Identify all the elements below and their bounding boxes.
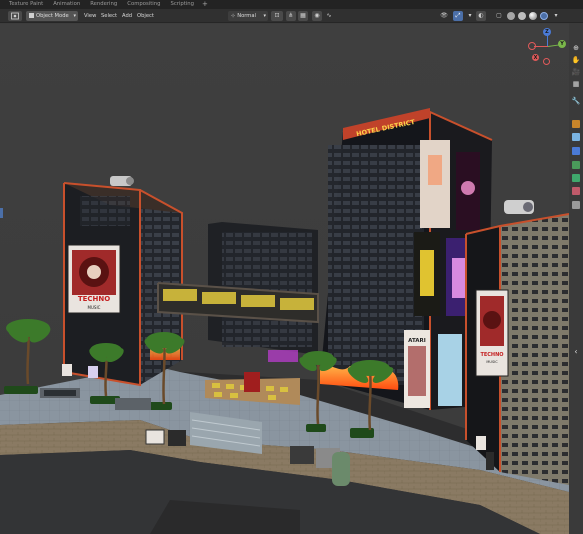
material-properties-icon[interactable] <box>572 187 580 195</box>
mode-label: Object Mode <box>36 13 69 19</box>
proportional-edit-icon[interactable]: ◉ <box>312 11 322 21</box>
scene-render: TECHNO MUSIC HOTEL DISTRICT ATARI TECHNO… <box>0 24 569 534</box>
data-properties-icon[interactable] <box>572 174 580 182</box>
menu-add[interactable]: Add <box>122 11 132 21</box>
overlay-dropdown-icon[interactable]: ▾ <box>465 11 475 21</box>
gizmo-y-axis[interactable]: Y <box>558 40 566 48</box>
right-toolbar: ⊕ ✋ 🎥 ▦ 🔧 ‹ <box>569 23 583 534</box>
blender-window: Texture Paint Animation Rendering Compos… <box>0 0 583 534</box>
physics-properties-icon[interactable] <box>572 147 580 155</box>
workspace-tab-bar: Texture Paint Animation Rendering Compos… <box>0 0 583 9</box>
orientation-icon: ⊹ <box>231 13 236 19</box>
perspective-toggle-icon[interactable]: ▦ <box>570 78 582 90</box>
texture-properties-icon[interactable] <box>572 201 580 209</box>
menu-view[interactable]: View <box>84 11 96 21</box>
tab-rendering[interactable]: Rendering <box>85 0 122 9</box>
panel-collapse-icon[interactable]: ‹ <box>570 346 582 358</box>
object-mode-icon <box>29 13 34 18</box>
left-panel-handle[interactable] <box>0 208 3 218</box>
zoom-icon[interactable]: ⊕ <box>570 42 582 54</box>
visibility-icon[interactable]: 👁 <box>437 11 451 21</box>
tab-compositing[interactable]: Compositing <box>122 0 165 9</box>
material-preview-icon[interactable] <box>529 12 537 20</box>
chevron-down-icon: ▾ <box>73 13 76 19</box>
pan-hand-icon[interactable]: ✋ <box>570 54 582 66</box>
tab-texture-paint[interactable]: Texture Paint <box>4 0 48 9</box>
billboard-right-title: TECHNO <box>480 352 503 358</box>
tab-scripting[interactable]: Scripting <box>165 0 199 9</box>
constraint-properties-icon[interactable] <box>572 161 580 169</box>
camera-view-icon[interactable]: 🎥 <box>570 66 582 78</box>
editor-type-icon[interactable] <box>8 11 22 21</box>
tab-animation[interactable]: Animation <box>48 0 85 9</box>
tool-settings-icon[interactable]: 🔧 <box>570 95 582 107</box>
orientation-dropdown[interactable]: ⊹ Normal ▾ <box>228 11 268 21</box>
gizmo-neg-z-axis[interactable] <box>543 58 550 65</box>
gizmo-z-axis[interactable]: Z <box>543 28 551 36</box>
pivot-point-icon[interactable]: ⊡ <box>271 11 283 21</box>
gizmo-x-line <box>534 46 548 47</box>
mode-dropdown[interactable]: Object Mode ▾ <box>26 11 78 21</box>
gizmo-x-axis[interactable]: X <box>532 54 539 61</box>
snap-target-icon[interactable]: ▦ <box>298 11 308 21</box>
menu-select[interactable]: Select <box>101 11 117 21</box>
chevron-down-icon: ▾ <box>263 13 266 19</box>
modifier-properties-icon[interactable] <box>572 133 580 141</box>
add-workspace-button[interactable]: + <box>199 0 211 9</box>
wireframe-shading-icon[interactable] <box>507 12 515 20</box>
billboard-left-subtitle: MUSIC <box>88 305 101 310</box>
rendered-shading-icon[interactable] <box>540 12 548 20</box>
poster-atari: ATARI <box>408 338 426 344</box>
snap-icon[interactable]: ⋔ <box>286 11 296 21</box>
shading-options-icon[interactable]: ▾ <box>551 11 561 21</box>
gizmo-neg-x-axis[interactable] <box>528 42 536 50</box>
orientation-label: Normal <box>237 13 256 19</box>
billboard-right-subtitle: MUSIC <box>486 360 498 364</box>
gizmo-toggle-icon[interactable]: ⤢ <box>453 11 463 21</box>
navigation-gizmo[interactable]: Z Y X <box>528 26 568 66</box>
viewport-header: Object Mode ▾ View Select Add Object ⊹ Nor… <box>0 9 583 23</box>
overlays-icon[interactable]: ◐ <box>476 11 486 21</box>
solid-shading-icon[interactable] <box>518 12 526 20</box>
menu-object[interactable]: Object <box>137 11 154 21</box>
billboard-left-title: TECHNO <box>78 295 110 303</box>
3d-viewport[interactable]: TECHNO MUSIC HOTEL DISTRICT ATARI TECHNO… <box>0 24 569 534</box>
xray-icon[interactable]: ▢ <box>494 11 504 21</box>
proportional-falloff-icon[interactable]: ∿ <box>324 11 334 21</box>
object-properties-icon[interactable] <box>572 120 580 128</box>
